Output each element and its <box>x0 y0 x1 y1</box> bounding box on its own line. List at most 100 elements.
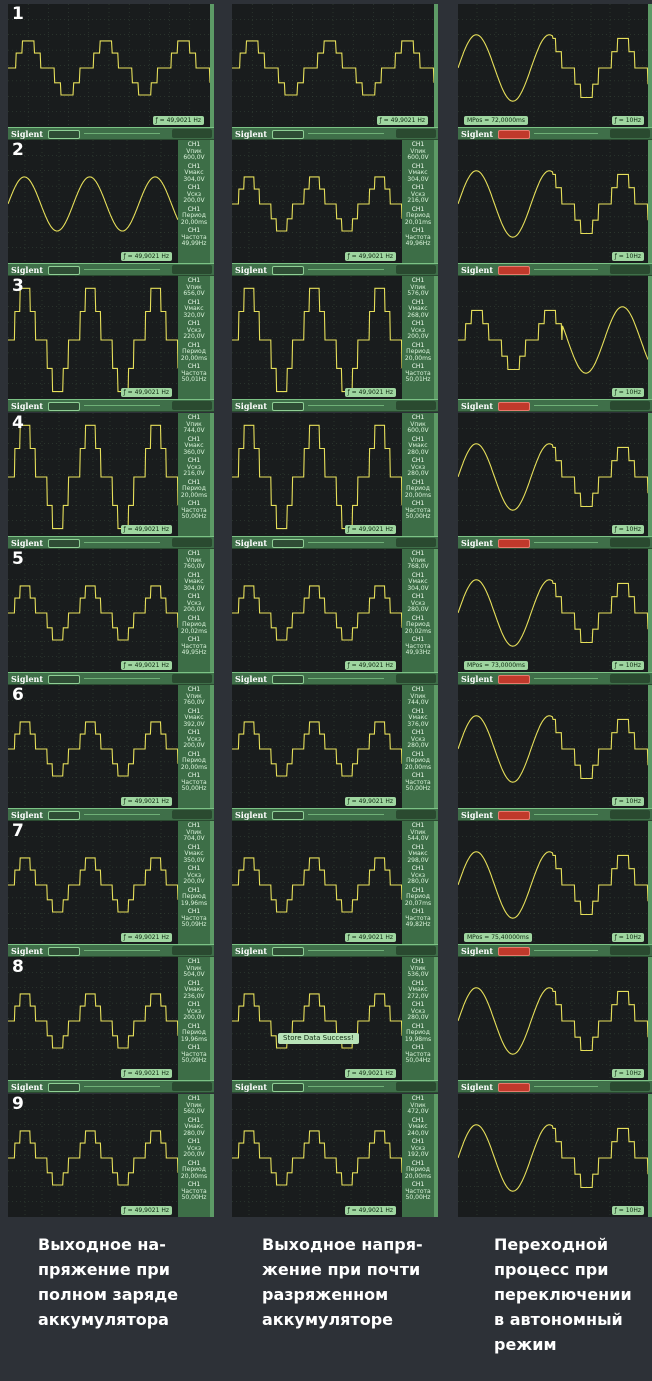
measurement-value: 280,0V <box>407 606 429 613</box>
measurement-item: CH1 Vпик 744,0V <box>178 414 210 435</box>
measurement-item: CH1 Vскз 200,0V <box>178 593 210 614</box>
measurement-value: 236,0V <box>183 992 205 1000</box>
waveform-trace <box>232 721 402 777</box>
channel-menu-chip <box>396 810 436 819</box>
oscillogram-panel: 7 CH1 Vпик 704,0V CH1 Vмакс 350,0V CH1 Vскз 200,0… <box>8 821 214 944</box>
trigger-status-chip <box>48 675 80 684</box>
oscillogram-screen <box>458 140 648 263</box>
oscillogram-panel: ƒ = 10Hz <box>458 685 652 808</box>
oscillogram-panel: ƒ = 49,9021 Hz <box>232 4 438 127</box>
timebase-track <box>308 678 384 679</box>
channel-menu-chip <box>172 129 212 138</box>
grid-lines <box>8 413 178 536</box>
measurement-value: 350,0V <box>183 856 205 864</box>
measurement-item: CH1 Частота 50,01Hz <box>402 363 434 384</box>
oscillogram-panel: 4 CH1 Vпик 744,0V CH1 Vмакс 360,0V CH1 Vскз 216,0… <box>8 413 214 536</box>
measurement-item: CH1 Vпик 600,0V <box>402 141 434 162</box>
store-data-toast: Store Data Success! <box>278 1033 359 1044</box>
measurement-value: 50,00Hz <box>181 785 207 792</box>
measurement-item: CH1 Период 20,00ms <box>402 1160 434 1181</box>
trigger-status-chip <box>48 266 80 275</box>
oscillogram-grid: 1 ƒ = 49,9021 Hz Siglent ƒ = 49,9021 Hz Sigl… <box>0 0 652 1381</box>
timebase-track <box>84 1086 160 1087</box>
trigger-status-chip <box>272 1083 304 1092</box>
measurement-item: CH1 Период 20,02ms <box>402 615 434 636</box>
waveform-trace <box>232 1130 402 1186</box>
frequency-readout: ƒ = 49,9021 Hz <box>120 252 172 261</box>
measurement-value: 304,0V <box>183 584 205 592</box>
measurement-item: CH1 Vскз 280,0V <box>402 457 434 478</box>
measurement-item: CH1 Период 20,01ms <box>402 206 434 227</box>
frequency-readout: ƒ = 10Hz <box>611 933 644 942</box>
measurement-item: CH1 Частота 50,00Hz <box>402 1181 434 1202</box>
row-number: 3 <box>12 276 24 296</box>
measurement-value: 216,0V <box>407 197 429 204</box>
measurement-value: 50,01Hz <box>181 376 207 383</box>
channel-menu-chip <box>610 129 650 138</box>
oscilloscope-status-bar: Siglent <box>458 808 652 821</box>
trigger-status-chip <box>272 675 304 684</box>
oscilloscope-status-bar: Siglent <box>458 263 652 276</box>
oscillogram-panel: ƒ = 10Hz <box>458 140 652 263</box>
brand-logo: Siglent <box>461 129 494 139</box>
oscillogram-screen <box>8 1094 178 1217</box>
trigger-status-chip <box>48 402 80 411</box>
measurement-item: CH1 Частота 49,99Hz <box>178 227 210 248</box>
oscillogram-panel: ƒ = 10Hz <box>458 1094 652 1217</box>
measurement-value: 760,0V <box>183 699 205 706</box>
oscillogram-screen <box>458 1094 648 1217</box>
brand-logo: Siglent <box>461 265 494 275</box>
measurement-item: CH1 Частота 49,95Hz <box>178 636 210 657</box>
measurement-value: 200,0V <box>183 742 205 749</box>
brand-logo: Siglent <box>235 810 268 820</box>
trigger-status-chip <box>272 130 304 139</box>
brand-logo: Siglent <box>11 1082 44 1092</box>
oscillogram-panel: 3 CH1 Vпик 656,0V CH1 Vмакс 320,0V CH1 Vскз 220,0… <box>8 276 214 399</box>
measurement-value: 20,00ms <box>404 763 432 771</box>
oscillogram-screen <box>232 821 402 944</box>
measurement-value: 50,00Hz <box>181 1194 207 1201</box>
grid-lines <box>232 821 402 944</box>
brand-logo: Siglent <box>461 946 494 956</box>
oscillogram-panel: ƒ = 10Hz MPos = 75,40000ms <box>458 821 652 944</box>
brand-logo: Siglent <box>461 538 494 548</box>
measurement-value: 280,0V <box>407 470 429 477</box>
timebase-track <box>84 269 160 270</box>
brand-logo: Siglent <box>235 265 268 275</box>
oscilloscope-status-bar: Siglent <box>232 1080 438 1093</box>
measurement-item: CH1 Vскз 200,0V <box>178 1001 210 1022</box>
caption-line: Выходное напря- <box>262 1235 423 1254</box>
caption-line: аккумуляторе <box>262 1310 394 1329</box>
oscillogram-panel: CH1 Vпик 600,0V CH1 Vмакс 280,0V CH1 Vскз 280,0V… <box>232 413 438 536</box>
mpos-readout: MPos = 75,40000ms <box>464 933 532 942</box>
measurement-value: 760,0V <box>183 563 205 570</box>
frequency-readout: ƒ = 49,9021 Hz <box>376 116 428 125</box>
timebase-track <box>308 405 384 406</box>
grid-lines <box>8 1094 178 1217</box>
frequency-readout: ƒ = 10Hz <box>611 525 644 534</box>
channel-menu-chip <box>610 265 650 274</box>
measurement-value: 576,0V <box>407 290 429 297</box>
channel-menu-chip <box>610 1082 650 1091</box>
oscilloscope-status-bar: Siglent <box>458 1080 652 1093</box>
measurement-item: CH1 Vмакс 360,0V <box>178 436 210 457</box>
grid-lines <box>8 957 178 1080</box>
measurement-panel: CH1 Vпик 544,0V CH1 Vмакс 298,0V CH1 Vскз 280,0V… <box>402 821 434 944</box>
oscilloscope-status-bar: Siglent <box>232 399 438 412</box>
brand-logo: Siglent <box>11 265 44 275</box>
frequency-readout: ƒ = 10Hz <box>611 661 644 670</box>
timebase-track <box>84 814 160 815</box>
frequency-readout: ƒ = 49,9021 Hz <box>344 525 396 534</box>
trigger-status-chip <box>48 539 80 548</box>
trigger-status-chip <box>48 1083 80 1092</box>
measurement-item: CH1 Vпик 656,0V <box>178 277 210 298</box>
grid-lines <box>8 276 178 399</box>
oscilloscope-status-bar: Siglent <box>232 263 438 276</box>
measurement-item: CH1 Vскз 216,0V <box>178 457 210 478</box>
grid-lines <box>232 549 402 672</box>
measurement-item: CH1 Частота 50,00Hz <box>402 500 434 521</box>
oscilloscope-status-bar: Siglent <box>458 944 652 957</box>
frequency-readout: ƒ = 49,9021 Hz <box>120 525 172 534</box>
measurement-item: CH1 Период 20,00ms <box>178 479 210 500</box>
grid-lines <box>458 549 648 672</box>
